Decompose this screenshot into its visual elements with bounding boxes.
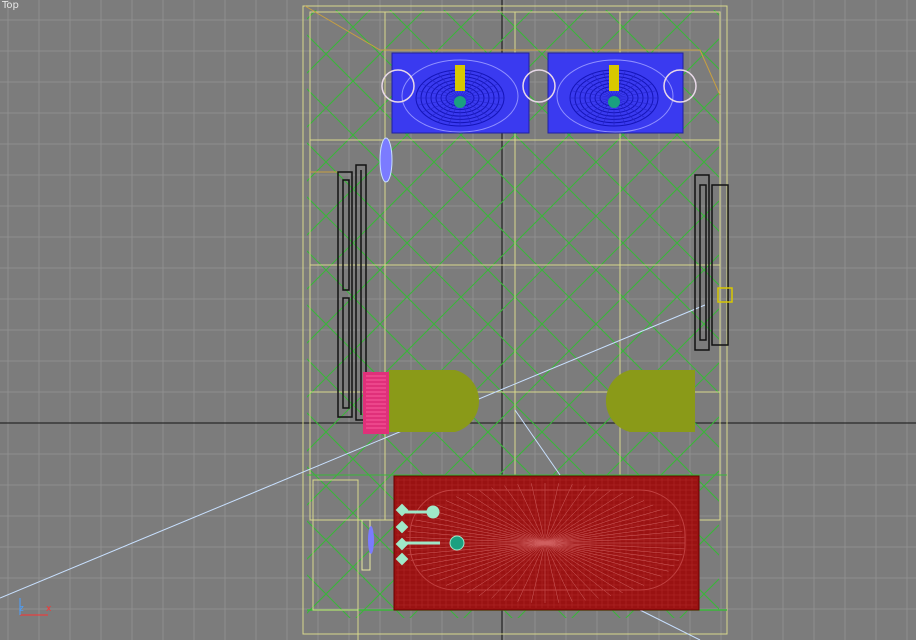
door-left[interactable]: [337, 164, 367, 421]
axis-tripod: [19, 598, 48, 616]
bidet[interactable]: [605, 370, 695, 432]
toilet[interactable]: [363, 370, 480, 434]
scene-canvas[interactable]: [0, 0, 916, 640]
door-right[interactable]: [694, 174, 733, 351]
viewport-top[interactable]: Top z x: [0, 0, 916, 640]
bathtub[interactable]: [393, 475, 700, 611]
wall-lamp[interactable]: [379, 137, 393, 183]
sink-right[interactable]: [522, 52, 697, 134]
faucet-icon: [609, 65, 619, 91]
viewport-label[interactable]: Top: [2, 0, 19, 11]
axis-x-label: x: [46, 604, 52, 614]
axis-z-label: z: [19, 604, 24, 614]
sink-left[interactable]: [381, 52, 530, 134]
faucet-icon: [455, 65, 465, 91]
